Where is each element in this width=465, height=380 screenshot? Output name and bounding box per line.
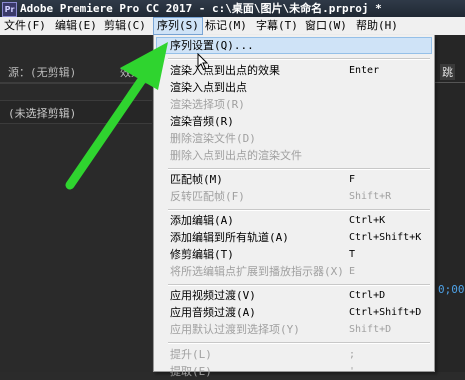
window-title: Adobe Premiere Pro CC 2017 - c:\桌面\图片\未命… xyxy=(20,2,382,15)
menu-shortcut: Enter xyxy=(349,65,380,76)
menu-item-apply-video-transition[interactable]: 应用视频过渡(V) xyxy=(170,288,256,304)
menu-separator xyxy=(168,209,430,211)
menu-sequence[interactable]: 序列(S) xyxy=(153,17,203,35)
source-panel-tab[interactable]: 源：(无剪辑) xyxy=(8,64,76,80)
menu-shortcut: F xyxy=(349,174,356,185)
menu-item-apply-audio-transition[interactable]: 应用音频过渡(A) xyxy=(170,305,256,321)
program-panel-tab[interactable]: 跳 xyxy=(440,64,455,80)
menu-item-sequence-settings[interactable]: 序列设置(Q)... xyxy=(170,38,254,54)
program-timecode[interactable]: 0;00;0 xyxy=(438,283,465,296)
menu-item-render-audio[interactable]: 渲染音频(R) xyxy=(170,114,234,130)
menu-shortcut: Ctrl+K xyxy=(349,215,386,226)
menu-item-render-selection[interactable]: 渲染选择项(R) xyxy=(170,97,245,113)
menu-item-reverse-match-frame[interactable]: 反转匹配帧(F) xyxy=(170,189,245,205)
menu-shortcut: ; xyxy=(349,349,356,360)
menu-shortcut: Ctrl+Shift+K xyxy=(349,232,422,243)
sequence-menu-dropdown: 序列设置(Q)... 渲染入点到出点的效果 Enter 渲染入点到出点 渲染选择… xyxy=(153,35,435,378)
menu-item-delete-render-files[interactable]: 删除渲染文件(D) xyxy=(170,131,256,147)
menu-item-delete-in-out-render-files[interactable]: 删除入点到出点的渲染文件 xyxy=(170,148,302,164)
menu-edit[interactable]: 编辑(E) xyxy=(55,17,97,35)
source-tab-divider xyxy=(0,82,152,84)
menu-shortcut: T xyxy=(349,249,356,260)
menu-separator xyxy=(168,168,430,170)
menu-item-add-edit[interactable]: 添加编辑(A) xyxy=(170,213,234,229)
menu-separator xyxy=(168,342,430,344)
menu-shortcut: E xyxy=(349,266,356,277)
menu-shortcut: Ctrl+D xyxy=(349,290,386,301)
menu-bar: 文件(F) 编辑(E) 剪辑(C) 序列(S) 标记(M) 字幕(T) 窗口(W… xyxy=(0,17,465,36)
menu-item-apply-default-transition[interactable]: 应用默认过渡到选择项(Y) xyxy=(170,322,300,338)
menu-clip[interactable]: 剪辑(C) xyxy=(104,17,146,35)
menu-shortcut: Ctrl+Shift+D xyxy=(349,307,422,318)
menu-item-match-frame[interactable]: 匹配帧(M) xyxy=(170,172,223,188)
effects-panel-tab[interactable]: 效果 xyxy=(120,64,142,80)
program-panel xyxy=(435,35,465,372)
menu-shortcut: Shift+D xyxy=(349,324,392,335)
no-clip-label: (未选择剪辑) xyxy=(8,107,77,120)
menu-item-lift[interactable]: 提升(L) xyxy=(170,347,212,363)
menu-item-extend-edit-to-playhead[interactable]: 将所选编辑点扩展到播放指示器(X) xyxy=(170,264,344,280)
mouse-pointer-icon xyxy=(197,53,209,71)
menu-item-add-edit-all-tracks[interactable]: 添加编辑到所有轨道(A) xyxy=(170,230,289,246)
source-panel xyxy=(0,35,152,372)
window-titlebar: Pr Adobe Premiere Pro CC 2017 - c:\桌面\图片… xyxy=(0,0,465,17)
menu-item-trim-edit[interactable]: 修剪编辑(T) xyxy=(170,247,234,263)
menu-item-render-effects-in-out[interactable]: 渲染入点到出点的效果 xyxy=(170,63,280,79)
menu-item-extract[interactable]: 提取(E) xyxy=(170,364,212,380)
menu-item-render-in-out[interactable]: 渲染入点到出点 xyxy=(170,80,247,96)
menu-separator xyxy=(168,284,430,286)
menu-shortcut: Shift+R xyxy=(349,191,392,202)
menu-marker[interactable]: 标记(M) xyxy=(205,17,247,35)
premiere-app-icon: Pr xyxy=(2,2,17,17)
menu-title[interactable]: 字幕(T) xyxy=(256,17,298,35)
menu-shortcut: ' xyxy=(349,366,356,377)
program-tab-divider xyxy=(435,82,465,83)
menu-help[interactable]: 帮助(H) xyxy=(356,17,398,35)
menu-window[interactable]: 窗口(W) xyxy=(305,17,347,35)
menu-file[interactable]: 文件(F) xyxy=(4,17,46,35)
